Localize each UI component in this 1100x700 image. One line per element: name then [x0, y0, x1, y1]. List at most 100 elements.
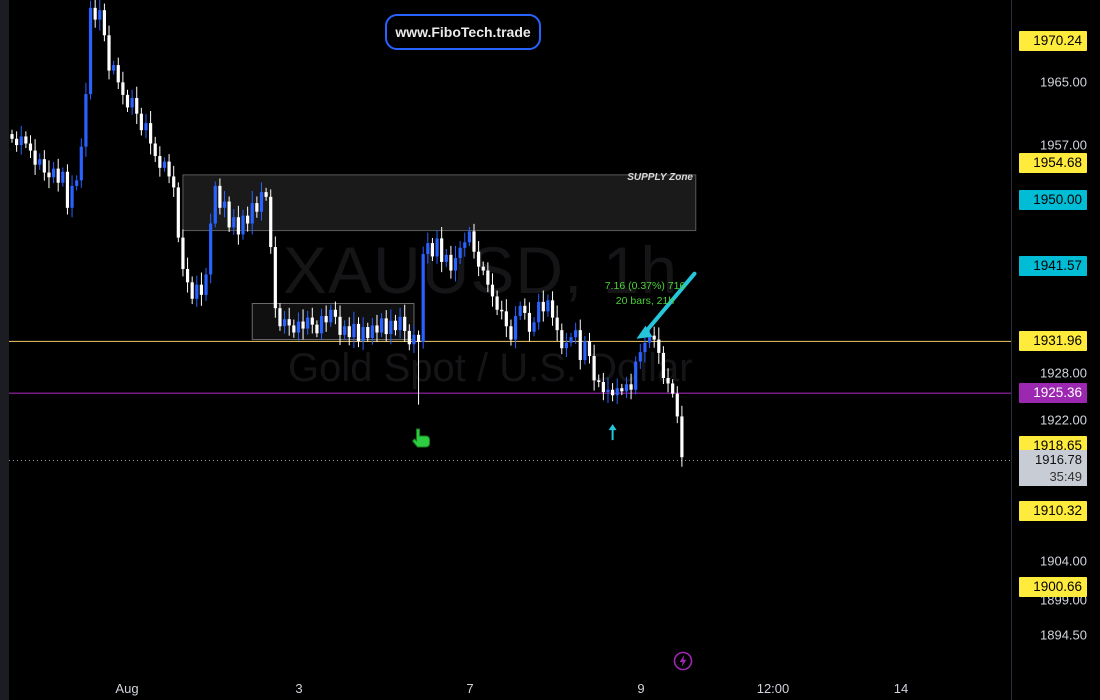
candle-85	[403, 316, 407, 331]
candle-116	[546, 300, 550, 312]
candle-56	[269, 196, 273, 248]
candle-44	[213, 185, 217, 224]
candle-88	[416, 334, 421, 342]
candle-91	[430, 243, 435, 257]
candle-97	[458, 247, 462, 259]
candle-99	[467, 231, 471, 243]
candle-69	[329, 309, 333, 323]
x-tick-4: 12:00	[756, 681, 790, 696]
candle-120	[564, 342, 568, 349]
candle-28	[139, 113, 143, 131]
candle-29	[144, 123, 148, 131]
time-axis[interactable]: Aug 3 7 9 12:00 14	[9, 676, 1011, 700]
candle-76	[361, 327, 365, 342]
candle-6	[38, 159, 42, 165]
candle-9	[51, 168, 56, 178]
candle-90	[426, 243, 430, 255]
candle-46	[222, 201, 227, 208]
price-tag-2: 1950.00	[1019, 189, 1087, 210]
candle-79	[375, 325, 379, 333]
candle-7	[42, 159, 46, 173]
candle-86	[407, 330, 411, 345]
candle-143	[671, 383, 675, 394]
candle-59	[282, 319, 287, 327]
candle-98	[463, 242, 467, 248]
horizontal-lines	[9, 340, 1011, 461]
brand-link[interactable]: www.FiboTech.trade	[385, 14, 541, 50]
candle-30	[149, 123, 153, 144]
candle-106	[500, 309, 504, 312]
candle-104	[490, 284, 495, 297]
candle-137	[643, 342, 647, 353]
candle-15	[79, 146, 83, 181]
candle-145	[680, 416, 684, 458]
candle-119	[560, 330, 564, 349]
candle-12	[65, 171, 70, 208]
up-arrow-icon	[608, 424, 617, 431]
candle-45	[218, 185, 222, 208]
candle-121	[569, 337, 573, 343]
candle-67	[319, 316, 324, 334]
candle-17	[88, 7, 93, 95]
candle-131	[615, 388, 619, 396]
measure-line-1: 7.16 (0.37%) 716	[604, 280, 686, 292]
candle-115	[541, 301, 545, 312]
candle-72	[343, 326, 347, 335]
candle-10	[56, 168, 60, 183]
candle-53	[255, 203, 259, 212]
candle-20	[102, 10, 106, 36]
y-tick-4: 1904.00	[1040, 553, 1087, 569]
candle-82	[389, 320, 393, 335]
lightning-icon[interactable]	[672, 650, 694, 672]
price-tag-8: 1900.66	[1019, 576, 1087, 597]
candle-34	[167, 161, 171, 177]
candle-22	[112, 65, 116, 71]
bar-countdown: 35:49	[1049, 469, 1082, 485]
candle-108	[509, 326, 513, 340]
candle-51	[246, 215, 250, 224]
candle-0	[10, 134, 14, 139]
candle-113	[532, 322, 536, 332]
candle-13	[70, 185, 74, 208]
price-plot[interactable]	[9, 0, 1011, 676]
candle-43	[209, 223, 213, 275]
candle-1	[15, 138, 19, 146]
candle-33	[162, 161, 167, 168]
candle-52	[250, 203, 254, 224]
supply-zone[interactable]	[182, 174, 697, 232]
candle-41	[199, 284, 204, 295]
candle-84	[398, 316, 402, 331]
candle-37	[181, 237, 185, 269]
candle-63	[301, 321, 305, 329]
price-tag-1: 1954.68	[1019, 153, 1087, 174]
candle-54	[259, 192, 264, 212]
candle-55	[264, 192, 268, 197]
price-axis[interactable]: 1965.00 1957.00 1928.00 1922.00 1904.00 1899.…	[1011, 0, 1100, 700]
candle-102	[481, 266, 485, 271]
candle-127	[597, 380, 601, 382]
price-tag-5: 1925.36	[1019, 383, 1087, 404]
candle-21	[107, 35, 111, 71]
price-tag-0: 1970.24	[1019, 31, 1087, 52]
candle-133	[624, 384, 629, 392]
candle-38	[185, 268, 190, 283]
candle-71	[338, 316, 342, 335]
candle-61	[292, 325, 296, 333]
candle-64	[306, 317, 310, 329]
candle-134	[629, 384, 633, 390]
candle-136	[638, 352, 642, 362]
candle-83	[393, 320, 398, 331]
candle-24	[121, 82, 125, 95]
candle-42	[204, 274, 208, 295]
candle-27	[135, 98, 139, 114]
candle-103	[486, 270, 490, 285]
y-tick-0: 1965.00	[1040, 74, 1087, 90]
candle-123	[578, 330, 582, 360]
hand-pointer-icon	[411, 428, 431, 448]
candle-35	[172, 176, 176, 188]
current-price-tag: 1916.78 35:49	[1019, 450, 1087, 487]
x-tick-0: Aug	[115, 681, 139, 696]
candles	[10, 0, 684, 467]
candle-40	[195, 284, 199, 299]
candle-73	[347, 326, 351, 338]
